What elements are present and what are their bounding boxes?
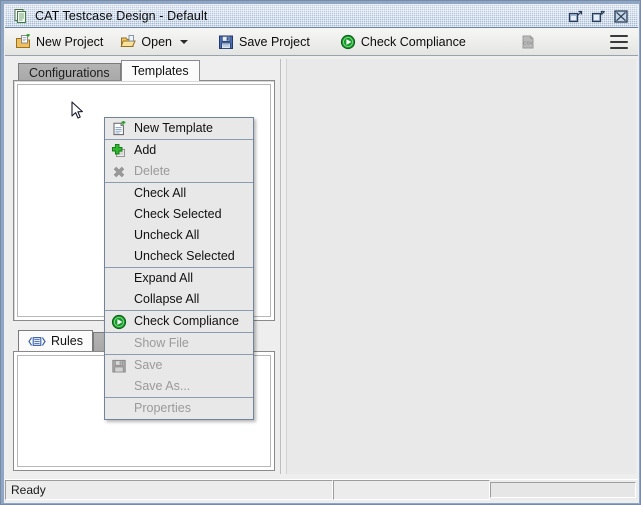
- menu-item-show-file: Show File: [105, 333, 253, 354]
- tab-rules[interactable]: Rules: [18, 330, 93, 351]
- menu-item-new-template[interactable]: New Template: [105, 118, 253, 139]
- application-window: CAT Testcase Design - Default New Projec…: [0, 0, 641, 505]
- title-bar[interactable]: CAT Testcase Design - Default: [5, 5, 638, 28]
- new-document-icon: [111, 120, 127, 137]
- menu-item-collapse-all-label: Collapse All: [134, 292, 200, 306]
- export-csv-button: CSV: [513, 30, 548, 54]
- open-label: Open: [141, 34, 172, 49]
- menu-item-check-all-label: Check All: [134, 186, 187, 200]
- menu-item-save-label: Save: [134, 358, 163, 372]
- menu-item-delete: Delete: [105, 161, 253, 182]
- menu-icon-placeholder: [111, 292, 127, 308]
- svg-text:CSV: CSV: [523, 40, 533, 45]
- document-stack-icon: [13, 8, 29, 24]
- top-tab-strip: Configurations Templates: [18, 60, 200, 81]
- menu-item-check-selected[interactable]: Check Selected: [105, 204, 253, 225]
- green-play-icon: [340, 34, 356, 50]
- menu-icon-placeholder: [111, 228, 127, 244]
- floppy-disk-icon: [218, 34, 234, 50]
- minimize-button[interactable]: [567, 9, 583, 24]
- save-project-button[interactable]: Save Project: [211, 30, 317, 54]
- check-compliance-button[interactable]: Check Compliance: [333, 30, 473, 54]
- hamburger-icon: [610, 34, 628, 37]
- open-folder-icon: [120, 34, 137, 50]
- hamburger-icon-bar3: [610, 46, 628, 49]
- menu-item-uncheck-all[interactable]: Uncheck All: [105, 225, 253, 246]
- menu-item-new-template-label: New Template: [134, 121, 213, 135]
- content-area: Configurations Templates Rules: [5, 57, 638, 478]
- status-progress-cell: [490, 482, 636, 498]
- status-bar: Ready: [5, 479, 638, 500]
- menu-icon-placeholder: [111, 401, 127, 417]
- menu-item-delete-label: Delete: [134, 164, 171, 178]
- floppy-disk-gray-icon: [111, 358, 127, 374]
- menu-icon-placeholder: [111, 207, 127, 223]
- menu-item-properties-label: Properties: [134, 401, 191, 415]
- menu-item-show-file-label: Show File: [134, 336, 189, 350]
- menu-item-add[interactable]: Add: [105, 140, 253, 161]
- gray-x-icon: [111, 164, 127, 180]
- green-play-icon: [111, 314, 127, 330]
- docked-panel-icon: [28, 336, 46, 347]
- tab-rules-label: Rules: [51, 334, 83, 348]
- menu-item-save-as: Save As...: [105, 376, 253, 397]
- tab-configurations-label: Configurations: [29, 66, 110, 80]
- toolbar: New Project Open Save Project Check Comp…: [5, 28, 638, 56]
- chevron-down-icon[interactable]: [179, 39, 188, 44]
- check-compliance-label: Check Compliance: [360, 34, 466, 49]
- menu-item-expand-all[interactable]: Expand All: [105, 268, 253, 289]
- right-pane-detail-area[interactable]: [286, 59, 636, 474]
- templates-context-menu[interactable]: New Template Add Delete Check All Check …: [104, 117, 254, 420]
- menu-item-collapse-all[interactable]: Collapse All: [105, 289, 253, 310]
- window-controls: [567, 9, 638, 24]
- tab-templates[interactable]: Templates: [120, 60, 200, 81]
- maximize-button[interactable]: [590, 9, 606, 24]
- status-cell-secondary: [333, 480, 490, 500]
- hamburger-menu-button[interactable]: [610, 34, 628, 49]
- green-plus-icon: [111, 143, 127, 159]
- menu-icon-placeholder: [111, 379, 127, 395]
- tab-configurations[interactable]: Configurations: [18, 63, 121, 81]
- menu-icon-placeholder: [111, 249, 127, 265]
- open-button[interactable]: Open: [113, 30, 195, 54]
- tab-templates-label: Templates: [131, 64, 189, 78]
- menu-icon-placeholder: [111, 186, 127, 202]
- menu-item-uncheck-selected-label: Uncheck Selected: [134, 249, 235, 263]
- new-project-icon: [15, 33, 31, 50]
- close-button[interactable]: [613, 9, 629, 24]
- menu-item-check-compliance-label: Check Compliance: [134, 314, 239, 328]
- menu-item-add-label: Add: [134, 143, 157, 157]
- save-project-label: Save Project: [238, 34, 310, 49]
- csv-document-icon: CSV: [520, 34, 536, 50]
- menu-item-uncheck-selected[interactable]: Uncheck Selected: [105, 246, 253, 267]
- hamburger-icon-bar2: [610, 40, 628, 43]
- menu-item-save: Save: [105, 355, 253, 376]
- menu-item-properties: Properties: [105, 398, 253, 419]
- window-title: CAT Testcase Design - Default: [35, 9, 208, 23]
- menu-item-uncheck-all-label: Uncheck All: [134, 228, 200, 242]
- new-project-button[interactable]: New Project: [8, 30, 110, 54]
- new-project-label: New Project: [36, 34, 104, 49]
- menu-icon-placeholder: [111, 336, 127, 352]
- menu-item-check-selected-label: Check Selected: [134, 207, 222, 221]
- menu-item-check-compliance[interactable]: Check Compliance: [105, 311, 253, 332]
- menu-item-save-as-label: Save As...: [134, 379, 191, 393]
- menu-icon-placeholder: [111, 271, 127, 287]
- menu-item-expand-all-label: Expand All: [134, 271, 194, 285]
- menu-item-check-all[interactable]: Check All: [105, 183, 253, 204]
- status-message: Ready: [5, 480, 333, 500]
